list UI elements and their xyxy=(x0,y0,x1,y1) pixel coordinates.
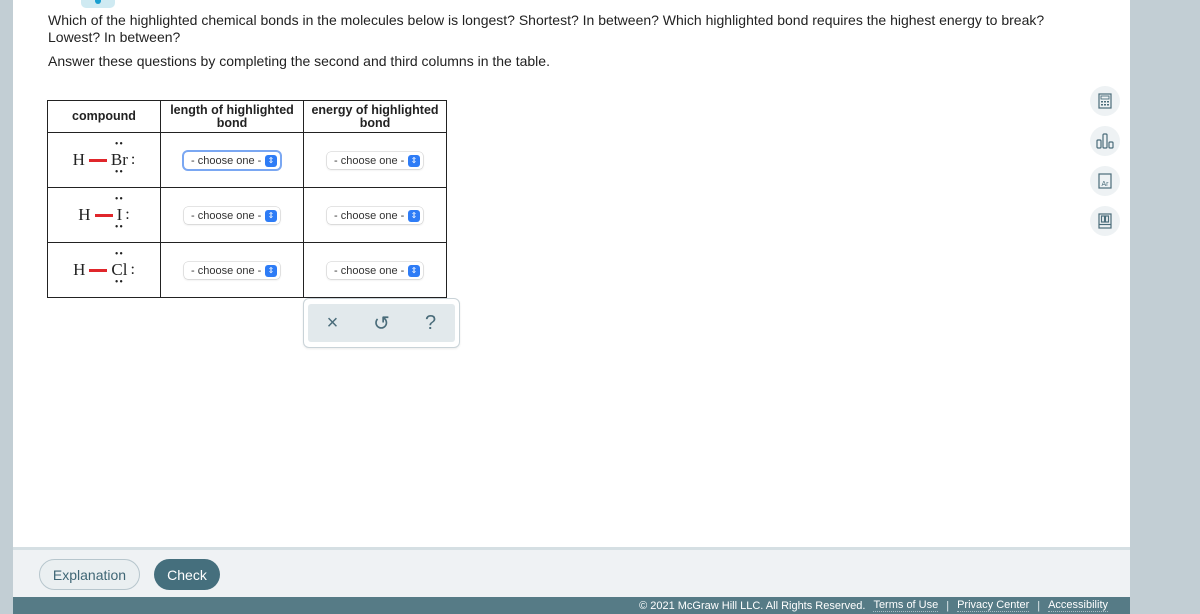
energy-cell: - choose one - ⇕ xyxy=(303,187,447,243)
answer-toolbar: × ↺ ? xyxy=(303,298,460,348)
compound-cell: H •• Br •• : xyxy=(47,132,161,188)
reference-book-icon xyxy=(1098,213,1112,229)
separator: | xyxy=(1037,599,1041,612)
molecule-hbr: H •• Br •• : xyxy=(72,139,136,178)
question-text: Which of the highlighted chemical bonds … xyxy=(48,12,1045,45)
help-button[interactable]: ? xyxy=(416,308,446,338)
collapse-tab[interactable] xyxy=(81,0,115,8)
calculator-button[interactable] xyxy=(1090,86,1120,116)
side-tools: Ar xyxy=(1090,86,1120,246)
calculator-icon xyxy=(1098,93,1112,109)
separator: | xyxy=(946,599,950,612)
length-select[interactable]: - choose one - ⇕ xyxy=(184,262,280,280)
atom-halogen: •• I •• xyxy=(114,194,124,233)
length-cell: - choose one - ⇕ xyxy=(160,242,304,298)
header-compound: compound xyxy=(47,100,161,133)
chevron-updown-icon: ⇕ xyxy=(265,154,277,167)
undo-icon: ↺ xyxy=(373,312,390,335)
table-row: H •• Br •• : - choose one - ⇕ - choose one … xyxy=(47,132,447,188)
energy-select[interactable]: - choose one - ⇕ xyxy=(327,262,423,280)
header-energy: energy of highlighted bond xyxy=(303,100,447,133)
chevron-updown-icon: ⇕ xyxy=(408,154,420,167)
energy-select[interactable]: - choose one - ⇕ xyxy=(327,207,423,225)
help-icon: ? xyxy=(424,311,437,334)
periodic-table-button[interactable]: Ar xyxy=(1090,166,1120,196)
length-select[interactable]: - choose one - ⇕ xyxy=(184,207,280,225)
answer-table: compound length of highlighted bond ener… xyxy=(47,100,447,298)
compound-cell: H •• I •• : xyxy=(47,187,161,243)
lone-pair: : xyxy=(125,206,130,223)
terms-link[interactable]: Terms of Use xyxy=(873,599,939,612)
privacy-link[interactable]: Privacy Center xyxy=(957,599,1030,612)
chevron-updown-icon: ⇕ xyxy=(265,209,277,222)
atom-h: H xyxy=(72,150,85,169)
header-length: length of highlighted bond xyxy=(160,100,304,133)
right-margin xyxy=(1130,0,1200,614)
check-button[interactable]: Check xyxy=(154,559,220,590)
chevron-updown-icon: ⇕ xyxy=(408,209,420,222)
highlighted-bond xyxy=(88,158,107,162)
bar-chart-icon xyxy=(1096,133,1114,149)
lone-pair: : xyxy=(130,261,135,278)
chevron-updown-icon: ⇕ xyxy=(408,264,420,277)
clear-button[interactable]: × xyxy=(318,308,348,338)
copyright-bar: © 2021 McGraw Hill LLC. All Rights Reser… xyxy=(13,597,1130,614)
energy-cell: - choose one - ⇕ xyxy=(303,132,447,188)
table-row: H •• I •• : - choose one - ⇕ - choose one -… xyxy=(47,187,447,243)
left-margin xyxy=(0,0,13,614)
atom-h: H xyxy=(73,260,86,279)
atom-halogen: •• Br •• xyxy=(110,139,128,178)
svg-text:Ar: Ar xyxy=(1102,181,1110,188)
question-panel: Which of the highlighted chemical bonds … xyxy=(13,0,1130,547)
close-icon: × xyxy=(326,311,339,334)
atom-halogen: •• Cl •• xyxy=(111,249,128,288)
instruction-text: Answer these questions by completing the… xyxy=(48,53,550,69)
length-select[interactable]: - choose one - ⇕ xyxy=(184,152,280,170)
accessibility-link[interactable]: Accessibility xyxy=(1048,599,1108,612)
action-bar: Explanation Check xyxy=(13,547,1130,597)
energy-cell: - choose one - ⇕ xyxy=(303,242,447,298)
undo-button[interactable]: ↺ xyxy=(367,308,397,338)
molecule-hcl: H •• Cl •• : xyxy=(73,249,135,288)
atom-h: H xyxy=(78,205,91,224)
chevron-down-icon xyxy=(95,0,101,4)
reference-button[interactable] xyxy=(1090,206,1120,236)
highlighted-bond xyxy=(89,268,108,272)
table-header-row: compound length of highlighted bond ener… xyxy=(47,100,447,133)
chevron-updown-icon: ⇕ xyxy=(265,264,277,277)
compound-cell: H •• Cl •• : xyxy=(47,242,161,298)
length-cell: - choose one - ⇕ xyxy=(160,187,304,243)
molecule-hi: H •• I •• : xyxy=(78,194,130,233)
energy-select[interactable]: - choose one - ⇕ xyxy=(327,152,423,170)
highlighted-bond xyxy=(94,213,113,217)
length-cell: - choose one - ⇕ xyxy=(160,132,304,188)
chart-button[interactable] xyxy=(1090,126,1120,156)
explanation-button[interactable]: Explanation xyxy=(39,559,140,590)
table-row: H •• Cl •• : - choose one - ⇕ - choose one … xyxy=(47,242,447,298)
periodic-table-icon: Ar xyxy=(1098,173,1112,189)
lone-pair: : xyxy=(130,151,136,168)
copyright-text: © 2021 McGraw Hill LLC. All Rights Reser… xyxy=(639,599,866,612)
